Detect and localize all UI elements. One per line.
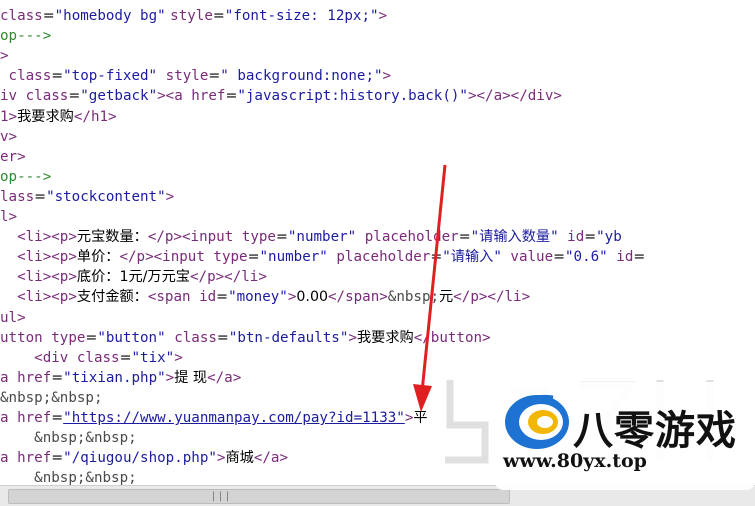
- scrollbar-thumb[interactable]: |||: [8, 489, 510, 504]
- logo-swirl-icon: [505, 394, 569, 449]
- scrollbar-grip-icon: |||: [210, 491, 232, 502]
- logo-title: 八零游戏: [573, 408, 737, 454]
- logo-url: www.80yx.top: [503, 450, 647, 472]
- site-logo: 八零游戏 www.80yx.top: [495, 382, 755, 490]
